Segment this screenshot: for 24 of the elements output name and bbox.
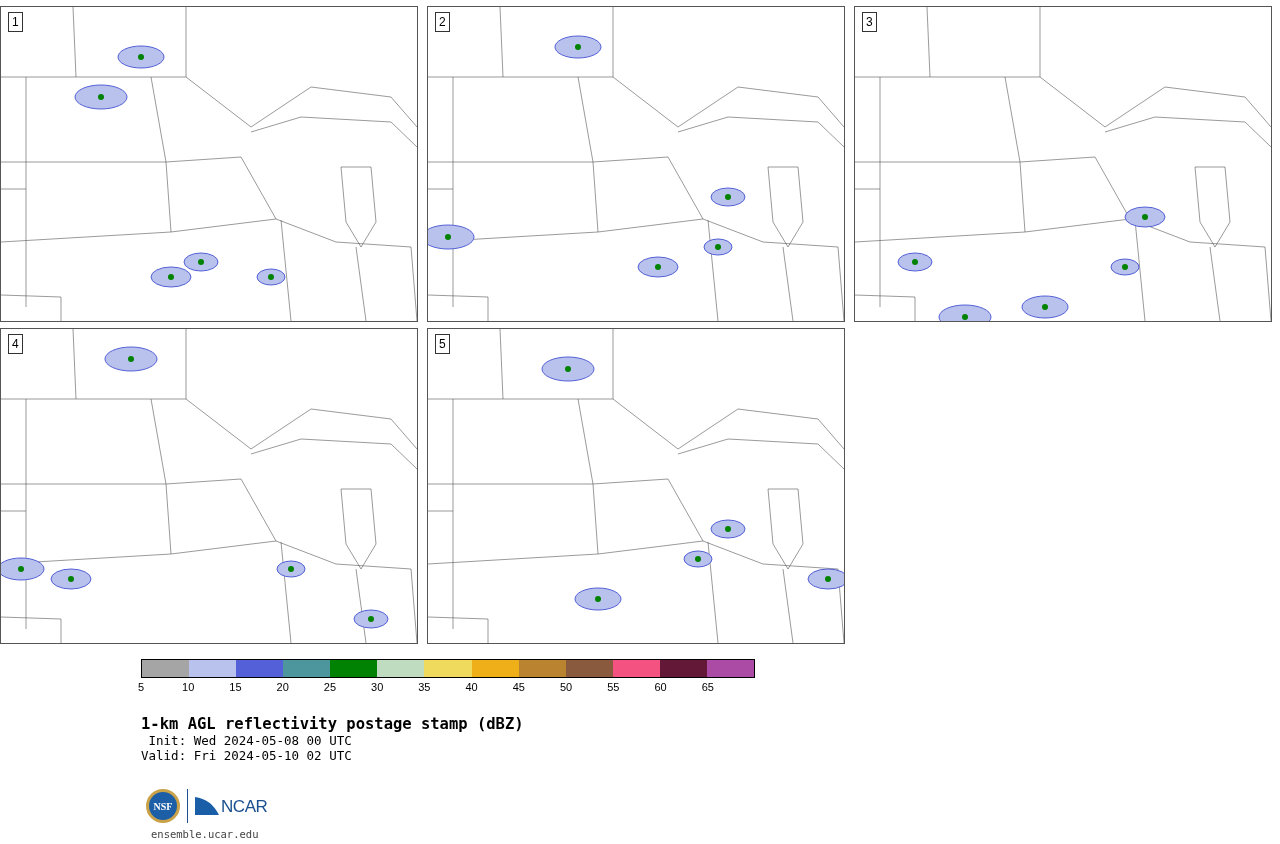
panel-number: 1 xyxy=(8,12,23,32)
panel-number: 4 xyxy=(8,334,23,354)
tick-label: 30 xyxy=(371,681,384,694)
tick-label: 35 xyxy=(418,681,431,694)
ncar-logo: NCAR xyxy=(195,797,268,815)
tick-label: 55 xyxy=(607,681,620,694)
tick-label: 5 xyxy=(137,681,145,694)
website-url: ensemble.ucar.edu xyxy=(151,827,259,842)
tick-label: 20 xyxy=(276,681,289,694)
nsf-logo: NSF xyxy=(146,789,180,823)
panel-number: 3 xyxy=(862,12,877,32)
panel-number: 2 xyxy=(435,12,450,32)
panel-number: 5 xyxy=(435,334,450,354)
tick-label: 25 xyxy=(323,681,337,694)
tick-label: 40 xyxy=(465,681,478,694)
tick-label: 45 xyxy=(512,681,525,694)
tick-label: 15 xyxy=(229,681,242,694)
tick-label: 65 xyxy=(701,681,714,694)
valid-time: Valid: Fri 2024-05-10 02 UTC xyxy=(141,748,353,763)
init-time: Init: Wed 2024-05-08 00 UTC xyxy=(147,733,353,748)
chart-title: 1-km AGL reflectivity postage stamp (dBZ) xyxy=(141,715,525,733)
tick-label: 10 xyxy=(182,681,195,694)
tick-label: 60 xyxy=(654,681,667,694)
tick-label: 50 xyxy=(559,681,573,694)
